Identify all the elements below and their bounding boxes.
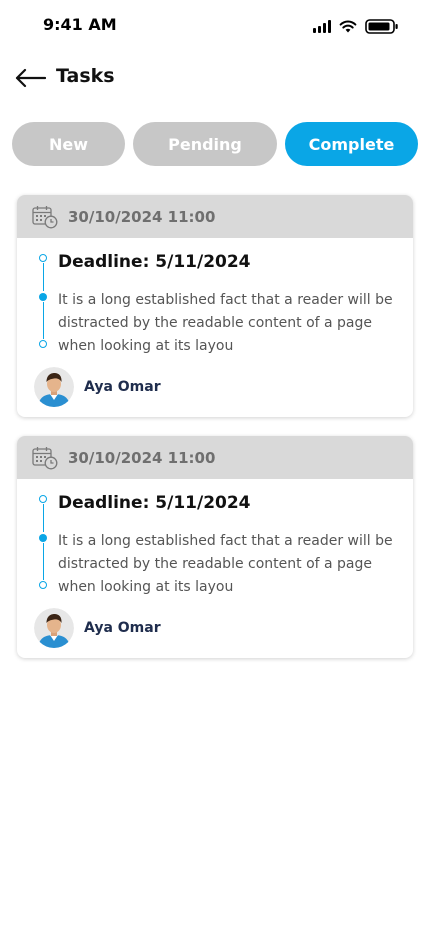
- timeline-line: [42, 263, 44, 291]
- tab-new[interactable]: New: [12, 122, 125, 166]
- task-card-header: 30/10/2024 11:00: [17, 436, 413, 479]
- task-date: 30/10/2024 11:00: [68, 449, 216, 467]
- task-user-name: Aya Omar: [84, 620, 161, 636]
- page-header: Tasks: [0, 60, 430, 96]
- battery-icon: [365, 19, 398, 34]
- status-bar: 9:41 AM: [0, 0, 430, 50]
- wifi-icon: [339, 20, 357, 33]
- page-title: Tasks: [56, 65, 115, 87]
- task-timeline: [38, 254, 50, 354]
- timeline-current-dot: [39, 293, 47, 301]
- task-user-name: Aya Omar: [84, 379, 161, 395]
- calendar-clock-icon: [32, 206, 58, 229]
- task-description: It is a long established fact that a rea…: [58, 533, 393, 595]
- task-date: 30/10/2024 11:00: [68, 208, 216, 226]
- timeline-end-dot: [39, 581, 47, 589]
- task-list: 30/10/2024 11:00 Deadline: 5/11/2024 It …: [17, 195, 413, 677]
- task-description: It is a long established fact that a rea…: [58, 292, 393, 354]
- task-deadline: Deadline: 5/11/2024: [58, 493, 251, 513]
- timeline-line: [42, 543, 44, 580]
- task-timeline: [38, 495, 50, 595]
- back-button[interactable]: [14, 66, 48, 90]
- arrow-left-icon: [15, 68, 46, 88]
- user-avatar: [34, 608, 74, 648]
- timeline-line: [42, 302, 44, 339]
- tab-complete[interactable]: Complete: [285, 122, 418, 166]
- task-filter-tabs: New Pending Complete: [12, 122, 418, 166]
- task-card[interactable]: 30/10/2024 11:00 Deadline: 5/11/2024 It …: [17, 436, 413, 658]
- timeline-end-dot: [39, 340, 47, 348]
- status-time: 9:41 AM: [43, 15, 117, 34]
- user-avatar: [34, 367, 74, 407]
- tab-pending[interactable]: Pending: [133, 122, 277, 166]
- task-card-header: 30/10/2024 11:00: [17, 195, 413, 238]
- calendar-clock-icon: [32, 447, 58, 470]
- person-avatar-icon: [34, 367, 74, 407]
- task-deadline: Deadline: 5/11/2024: [58, 252, 251, 272]
- timeline-start-dot: [39, 254, 47, 262]
- person-avatar-icon: [34, 608, 74, 648]
- task-card[interactable]: 30/10/2024 11:00 Deadline: 5/11/2024 It …: [17, 195, 413, 417]
- cellular-signal-icon: [313, 20, 331, 33]
- timeline-line: [42, 504, 44, 532]
- timeline-current-dot: [39, 534, 47, 542]
- timeline-start-dot: [39, 495, 47, 503]
- status-icons: [313, 19, 399, 34]
